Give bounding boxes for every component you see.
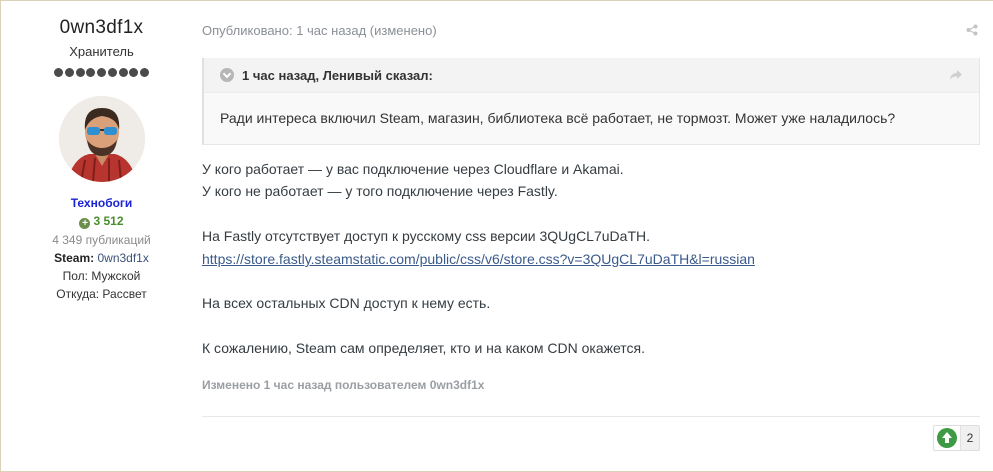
rank-pip	[140, 67, 149, 77]
css-link[interactable]: https://store.fastly.steamstatic.com/pub…	[202, 251, 755, 267]
rank-pips	[54, 66, 149, 78]
post-meta[interactable]: Опубликовано: 1 час назад (изменено)	[202, 23, 437, 38]
author-panel: 0wn3df1x Хранитель Технобоги + 3 512 4 3…	[1, 1, 202, 471]
rank-pip	[97, 67, 106, 77]
author-post-count: 4 349 публикаций	[52, 233, 151, 247]
reaction-count[interactable]: 2	[960, 426, 979, 450]
share-arrow-icon[interactable]	[949, 69, 963, 81]
rank-pip	[129, 67, 139, 77]
post-content: Опубликовано: 1 час назад (изменено) 1 ч…	[202, 1, 993, 471]
edited-note: Изменено 1 час назад пользователем 0wn3d…	[202, 378, 485, 392]
quote-header: 1 час назад, Ленивый сказал:	[204, 58, 979, 93]
post-paragraph: У кого не работает — у того подключение …	[202, 183, 558, 199]
quote-author: 1 час назад, Ленивый сказал:	[242, 68, 433, 83]
rank-pip	[64, 67, 74, 77]
author-reputation: +3 512	[1, 214, 202, 229]
rank-pip	[54, 67, 63, 77]
post-paragraph: У кого работает — у вас подключение чере…	[202, 161, 624, 177]
post-paragraph: На всех остальных CDN доступ к нему есть…	[202, 295, 491, 311]
share-icon[interactable]	[966, 24, 978, 36]
quote-block: 1 час назад, Ленивый сказал: Ради интере…	[202, 58, 980, 145]
rank-pip	[118, 67, 128, 77]
avatar-image	[59, 96, 145, 182]
plus-icon: +	[79, 218, 91, 229]
steam-label: Steam:	[54, 251, 95, 265]
avatar[interactable]	[59, 96, 145, 182]
forum-post: 0wn3df1x Хранитель Технобоги + 3 512 4 3…	[0, 0, 993, 472]
chevron-down-icon[interactable]	[220, 68, 234, 82]
post-paragraph: На Fastly отсутствует доступ к русскому …	[202, 228, 650, 244]
steam-value: 0wn3df1x	[97, 251, 149, 265]
author-location: Откуда: Рассвет	[56, 287, 147, 301]
rank-pip	[86, 67, 96, 77]
rank-pip	[75, 67, 85, 77]
author-rank: Хранитель	[69, 44, 134, 59]
post-paragraph: К сожалению, Steam сам определяет, кто и…	[202, 340, 646, 356]
reaction-button[interactable]: 2	[933, 425, 980, 451]
author-steam: Steam: 0wn3df1x	[1, 251, 202, 265]
author-username[interactable]: 0wn3df1x	[1, 17, 202, 39]
rank-pip	[107, 67, 117, 77]
divider	[202, 416, 980, 417]
reputation-value: 3 512	[93, 214, 124, 228]
quote-text: Ради интереса включил Steam, магазин, би…	[220, 110, 896, 126]
author-group[interactable]: Технобоги	[1, 196, 202, 210]
post-link-line: https://store.fastly.steamstatic.com/pub…	[202, 251, 755, 267]
author-gender: Пол: Мужской	[62, 269, 141, 283]
upvote-icon[interactable]	[937, 428, 957, 448]
